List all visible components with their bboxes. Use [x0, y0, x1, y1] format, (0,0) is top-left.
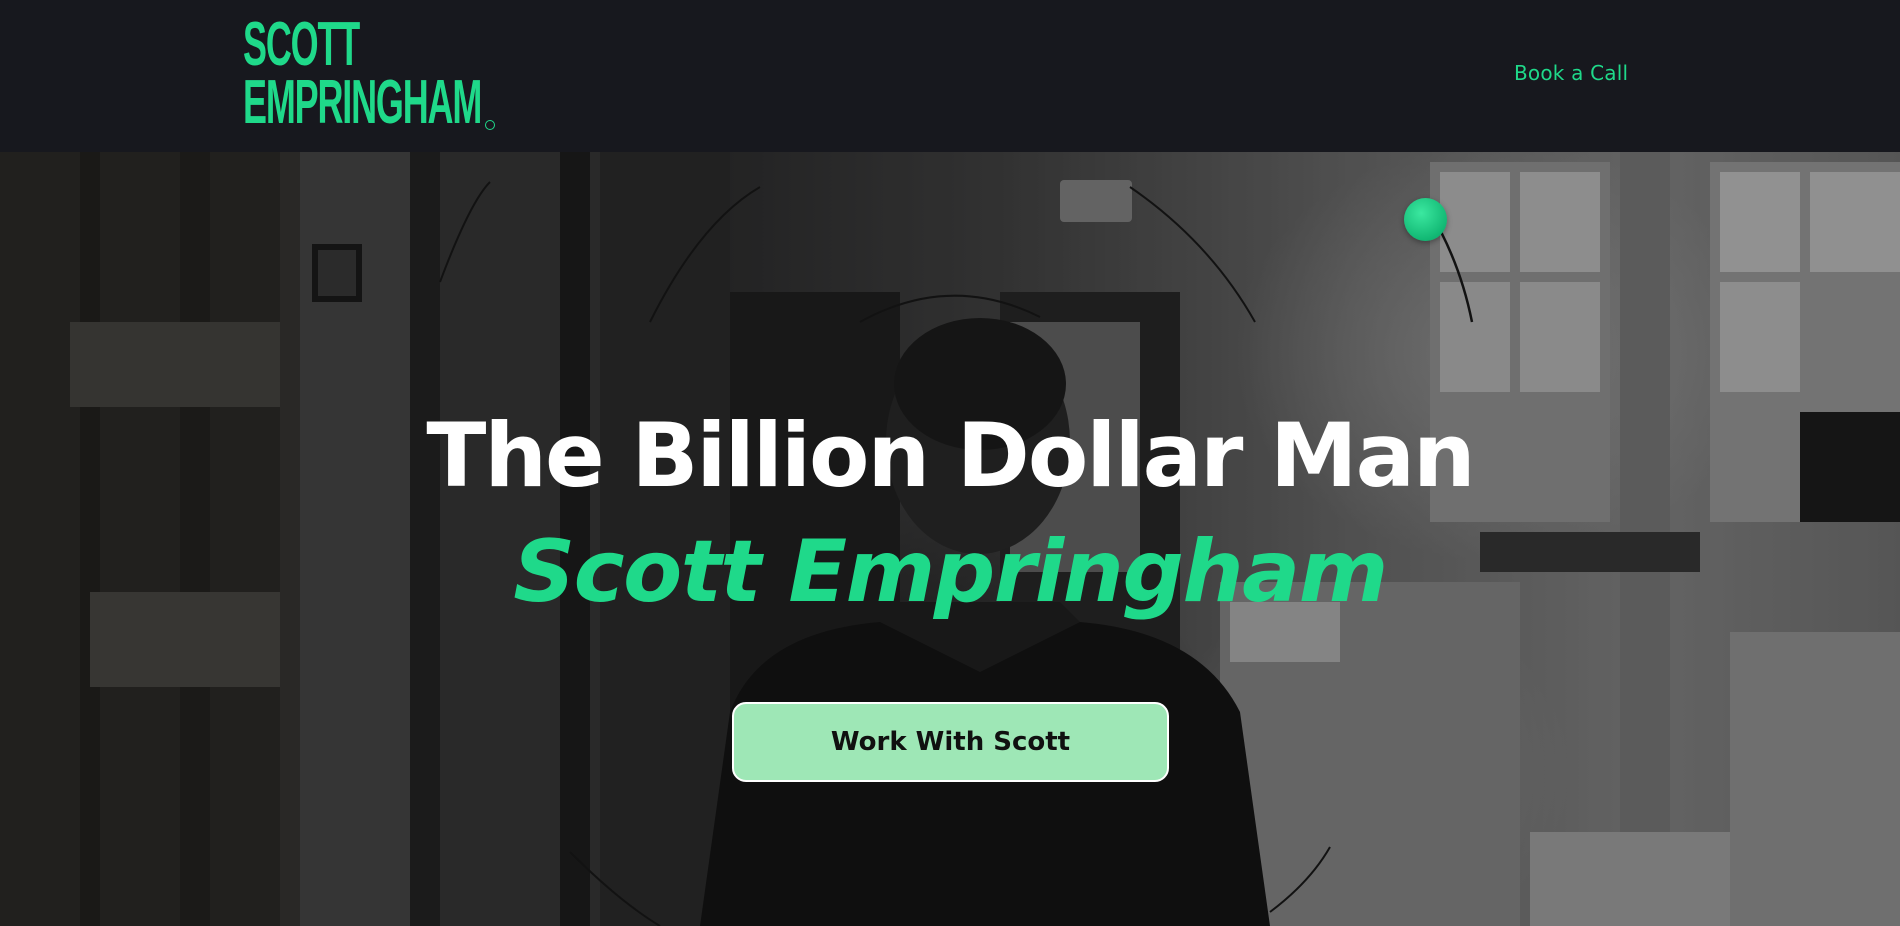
registered-trademark-icon: [485, 120, 495, 130]
hero-title: The Billion Dollar Man: [426, 404, 1475, 507]
hero-subtitle: Scott Empringham: [513, 522, 1388, 622]
green-dot-icon: [1404, 198, 1447, 241]
book-a-call-link[interactable]: Book a Call: [1514, 61, 1628, 85]
site-header: SCOTT EMPRINGHAM Book a Call: [0, 0, 1900, 152]
logo-line-empringham: EMPRINGHAM: [243, 68, 482, 138]
hero-section: The Billion Dollar Man Scott Empringham …: [0, 152, 1900, 926]
work-with-scott-button[interactable]: Work With Scott: [732, 702, 1169, 782]
hero-content: The Billion Dollar Man Scott Empringham …: [0, 152, 1900, 926]
logo-line-scott: SCOTT: [243, 10, 360, 79]
brand-logo[interactable]: SCOTT EMPRINGHAM: [243, 10, 654, 138]
